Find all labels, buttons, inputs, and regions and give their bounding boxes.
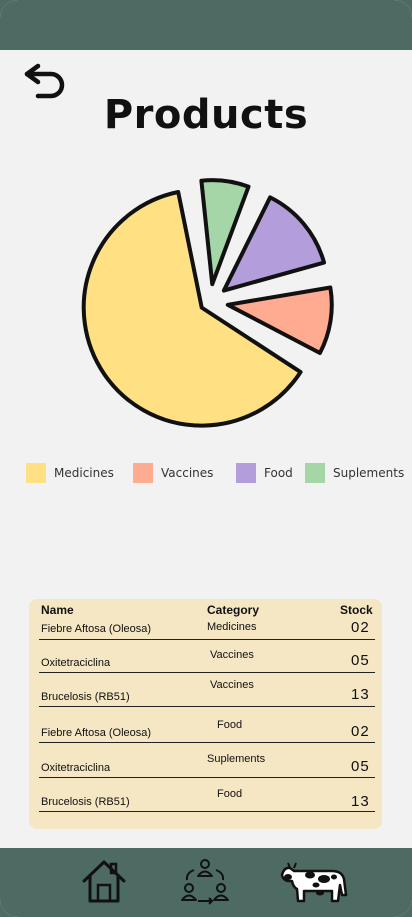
legend-label: Medicines (54, 466, 114, 480)
row-category: Food (217, 788, 243, 800)
table-row[interactable]: Suplements Oxitetraciclina 05 (29, 752, 382, 782)
page-title: Products (103, 92, 309, 138)
row-stock: 02 (351, 619, 370, 636)
legend-item-vaccines: Vaccines (133, 462, 213, 484)
row-divider (39, 706, 375, 707)
table-row[interactable]: Vaccines Oxitetraciclina 05 (29, 647, 382, 677)
row-stock: 13 (351, 686, 370, 703)
legend-swatch (26, 463, 46, 483)
legend-swatch (236, 463, 256, 483)
column-header-name: Name (41, 603, 74, 617)
row-category: Vaccines (210, 679, 254, 691)
table-row[interactable]: Food Brucelosis (RB51) 13 (29, 787, 382, 817)
row-divider (39, 672, 375, 673)
row-name: Brucelosis (RB51) (41, 691, 130, 703)
legend-item-suplements: Suplements (305, 462, 404, 484)
products-pie-chart (81, 178, 334, 428)
home-icon[interactable] (80, 857, 128, 905)
row-divider (39, 811, 375, 812)
row-name: Oxitetraciclina (41, 762, 111, 774)
legend-swatch (305, 463, 325, 483)
row-divider (39, 742, 375, 743)
row-divider (39, 639, 375, 640)
row-category: Food (217, 719, 243, 731)
app-screen: Products Medicines Vaccines Food Supleme… (0, 0, 412, 917)
column-header-category: Category (207, 603, 260, 617)
row-stock: 05 (351, 758, 370, 775)
row-category: Medicines (207, 621, 257, 633)
chart-legend: Medicines Vaccines Food Suplements (26, 462, 412, 486)
row-category: Suplements (207, 753, 266, 765)
legend-item-food: Food (236, 462, 293, 484)
users-exchange-icon[interactable] (180, 857, 230, 907)
legend-label: Food (264, 466, 293, 480)
row-name: Fiebre Aftosa (Oleosa) (41, 727, 152, 739)
cow-icon[interactable] (280, 857, 350, 907)
products-table: Name Category Stock Medicines Fiebre Aft… (29, 599, 382, 829)
row-stock: 02 (351, 723, 370, 740)
legend-item-medicines: Medicines (26, 462, 114, 484)
row-stock: 13 (351, 793, 370, 810)
legend-label: Suplements (333, 466, 405, 480)
table-row[interactable]: Vaccines Brucelosis (RB51) 13 (29, 677, 382, 707)
legend-label: Vaccines (161, 466, 214, 480)
row-name: Oxitetraciclina (41, 657, 111, 669)
column-header-stock: Stock (340, 603, 373, 617)
row-category: Vaccines (210, 649, 254, 661)
row-divider (39, 777, 375, 778)
row-name: Brucelosis (RB51) (41, 796, 130, 808)
top-bar (0, 0, 412, 50)
table-row[interactable]: Food Fiebre Aftosa (Oleosa) 02 (29, 717, 382, 747)
table-row[interactable]: Medicines Fiebre Aftosa (Oleosa) 02 (29, 619, 382, 649)
row-name: Fiebre Aftosa (Oleosa) (41, 623, 152, 635)
legend-swatch (133, 463, 153, 483)
row-stock: 05 (351, 652, 370, 669)
